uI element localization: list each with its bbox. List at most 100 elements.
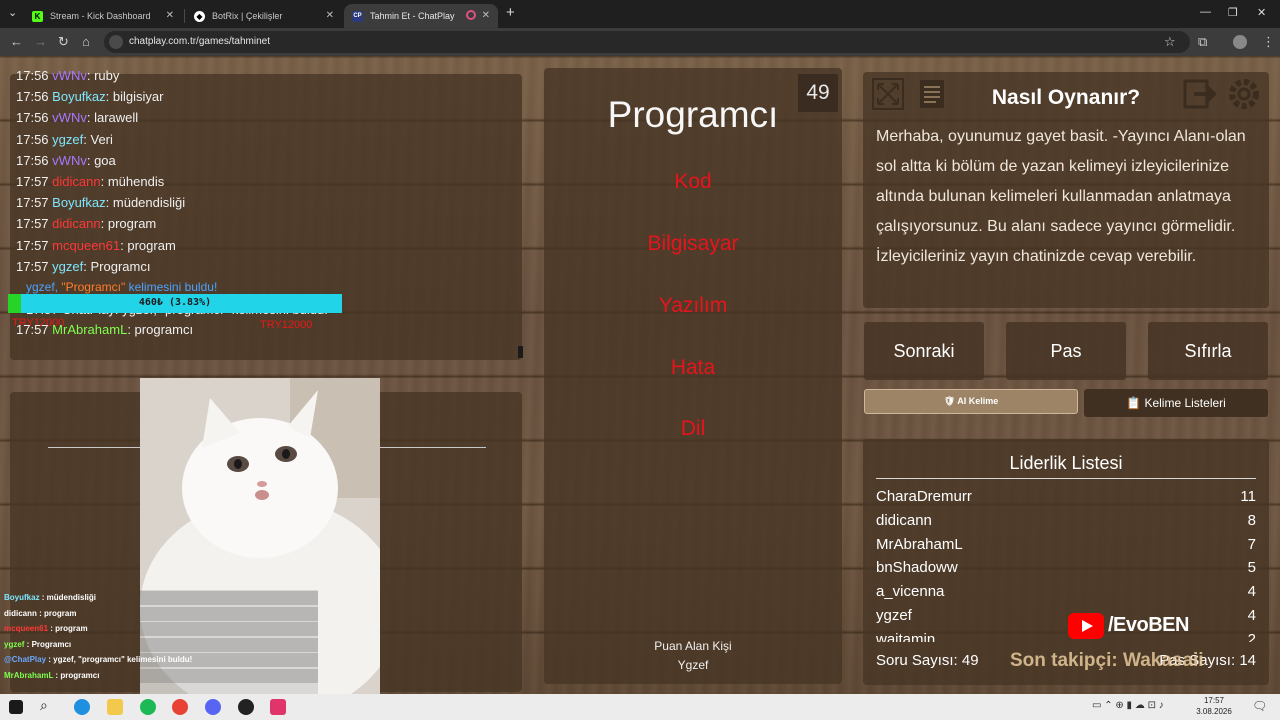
mini-chat-message: ygzef, "programcı" kelimesini buldu! — [53, 655, 193, 665]
chat-line: 17:57 MrAbrahamL: programcı — [16, 322, 194, 337]
chat-user: vWNv — [52, 152, 87, 168]
pass-button[interactable]: Pas — [1006, 322, 1126, 380]
site-info-icon[interactable] — [109, 35, 123, 49]
next-button[interactable]: Sonraki — [864, 322, 984, 380]
new-tab-icon[interactable]: + — [506, 4, 515, 21]
reload-icon[interactable]: ↻ — [58, 34, 69, 50]
chat-user: vWNv — [52, 110, 87, 126]
question-count-value: 49 — [961, 652, 979, 669]
chat-message: ruby — [94, 68, 120, 83]
mini-chat-row-bg — [140, 591, 318, 605]
tab-title: BotRix | Çekilişler — [212, 11, 283, 21]
bookmark-star-icon[interactable]: ☆ — [1164, 34, 1176, 50]
clock-time: 17:57 — [1203, 696, 1225, 705]
url-text: chatplay.com.tr/games/tahminet — [129, 36, 270, 47]
youtube-icon — [1068, 613, 1104, 639]
donation-goal-text: 460₺ (3.83%) — [138, 297, 212, 308]
close-icon[interactable]: ✕ — [482, 10, 490, 21]
stream-chat-overlay: Boyufkaz : müdendisliği didicann : progra… — [0, 588, 318, 694]
forward-icon[interactable]: → — [34, 34, 47, 50]
chat-user: ygzef — [52, 131, 84, 147]
clipboard-icon: 📋 — [1126, 396, 1142, 410]
chat-line: 17:57 ygzef: Programcı — [16, 258, 151, 274]
chat-time: 17:57 — [16, 174, 49, 189]
found-user: ygzef, — [26, 280, 62, 294]
window-close-icon[interactable]: ✕ — [1257, 6, 1266, 19]
windows-start-icon[interactable] — [9, 700, 23, 714]
chat-user: vWNv — [52, 68, 87, 83]
spotify-icon[interactable] — [140, 699, 156, 715]
botrix-icon: ◆ — [194, 10, 205, 22]
close-icon[interactable]: ✕ — [326, 10, 334, 21]
search-icon[interactable]: ⌕ — [40, 697, 48, 714]
app-icon[interactable] — [270, 699, 286, 715]
mini-chat-line: Boyufkaz : müdendisliği — [4, 593, 97, 602]
leaderboard-score: 5 — [1247, 559, 1256, 577]
scorer-label: Puan Alan Kişi — [654, 639, 732, 653]
chat-line: 17:57 mcqueen61: program — [16, 237, 176, 253]
exit-icon[interactable] — [1182, 76, 1218, 112]
mini-chat-user: ygzef — [4, 639, 25, 649]
recording-icon — [466, 10, 476, 20]
found-announcement: ygzef, "Programcı" kelimesini buldu! — [26, 280, 217, 294]
leaderboard-title: Liderlik Listesi — [1009, 453, 1123, 473]
back-icon[interactable]: ← — [10, 34, 23, 50]
how-to-play-title: Nasıl Oynanır? — [991, 86, 1141, 109]
extensions-icon[interactable]: ⧉ — [1198, 34, 1207, 50]
url-input[interactable]: chatplay.com.tr/games/tahminet — [104, 31, 1190, 53]
question-count-label: Soru Sayısı: — [876, 652, 958, 669]
found-suffix: kelimesini buldu! — [125, 280, 218, 294]
leaderboard-name: ygzef — [876, 607, 912, 624]
discord-icon[interactable] — [205, 699, 221, 715]
settings-gear-icon[interactable] — [1226, 76, 1262, 112]
notes-icon[interactable] — [914, 76, 950, 112]
tab-kick-dashboard[interactable]: K Stream - Kick Dashboard ✕ — [24, 4, 182, 28]
mini-chat-message: program — [44, 608, 77, 618]
reset-button[interactable]: Sıfırla — [1148, 322, 1268, 380]
chat-message: Programcı — [90, 258, 151, 274]
home-icon[interactable]: ⌂ — [82, 34, 90, 50]
leaderboard-score: 8 — [1247, 511, 1256, 529]
chrome-icon[interactable] — [172, 699, 188, 715]
chat-time: 17:56 — [16, 131, 49, 147]
browser-tab-bar: ⌄ K Stream - Kick Dashboard ✕ ◆ BotRix |… — [0, 0, 1280, 28]
tab-search-icon[interactable]: ⌄ — [8, 6, 17, 19]
fullscreen-icon[interactable] — [870, 76, 906, 112]
chat-user: mcqueen61 — [52, 237, 121, 253]
tab-botrix[interactable]: ◆ BotRix | Çekilişler ✕ — [186, 4, 342, 28]
donation-goal-bar: 460₺ (3.83%) — [8, 294, 342, 313]
scroll-handle[interactable] — [518, 346, 523, 358]
mini-chat-line: ygzef : Programcı — [4, 639, 72, 649]
obs-icon[interactable] — [238, 699, 254, 715]
chatplay-icon: CP — [352, 10, 363, 22]
chat-user: MrAbrahamL — [52, 322, 128, 337]
edge-icon[interactable] — [74, 699, 90, 715]
mini-chat-user: MrAbrahamL — [4, 671, 54, 680]
menu-icon[interactable]: ⋮ — [1262, 34, 1275, 50]
word-lists-button[interactable]: 📋 Kelime Listeleri — [1084, 389, 1268, 417]
restore-icon[interactable]: ❐ — [1228, 6, 1238, 19]
word-lists-label: Kelime Listeleri — [1144, 396, 1226, 410]
close-icon[interactable]: ✕ — [166, 10, 174, 21]
windows-taskbar: ⌕ ▭ ⌃ ⊕ ▮ ☁ ⊡ ♪ 17:57 3.08.2026 🗨 — [0, 694, 1280, 720]
target-word: Programcı — [607, 94, 779, 135]
browser-toolbar: ← → ↻ ⌂ chatplay.com.tr/games/tahminet ☆… — [0, 28, 1280, 56]
chat-user: Boyufkaz — [52, 195, 106, 211]
mini-chat-message: Programcı — [31, 639, 72, 649]
scorer-name: Ygzef — [677, 658, 709, 672]
tab-tahmin-et[interactable]: CP Tahmin Et - ChatPlay ✕ — [344, 4, 498, 28]
mini-chat-row-bg — [140, 669, 318, 683]
chat-time: 17:57 — [16, 258, 49, 274]
system-tray-icons[interactable]: ▭ ⌃ ⊕ ▮ ☁ ⊡ ♪ — [1092, 700, 1164, 711]
file-explorer-icon[interactable] — [107, 699, 123, 715]
ai-word-button[interactable]: 🛡 AI Kelime — [864, 389, 1078, 414]
forbidden-word: Bilgisayar — [647, 232, 739, 255]
chat-message: müdendisliği — [112, 195, 186, 211]
notifications-icon[interactable]: 🗨 — [1252, 699, 1267, 713]
mini-chat-message: programcı — [60, 671, 100, 680]
chat-message: Veri — [90, 131, 113, 147]
profile-avatar[interactable] — [1233, 35, 1247, 49]
chat-time: 17:56 — [16, 89, 49, 105]
minimize-icon[interactable]: — — [1200, 6, 1211, 18]
chat-time: 17:57 — [16, 195, 49, 211]
